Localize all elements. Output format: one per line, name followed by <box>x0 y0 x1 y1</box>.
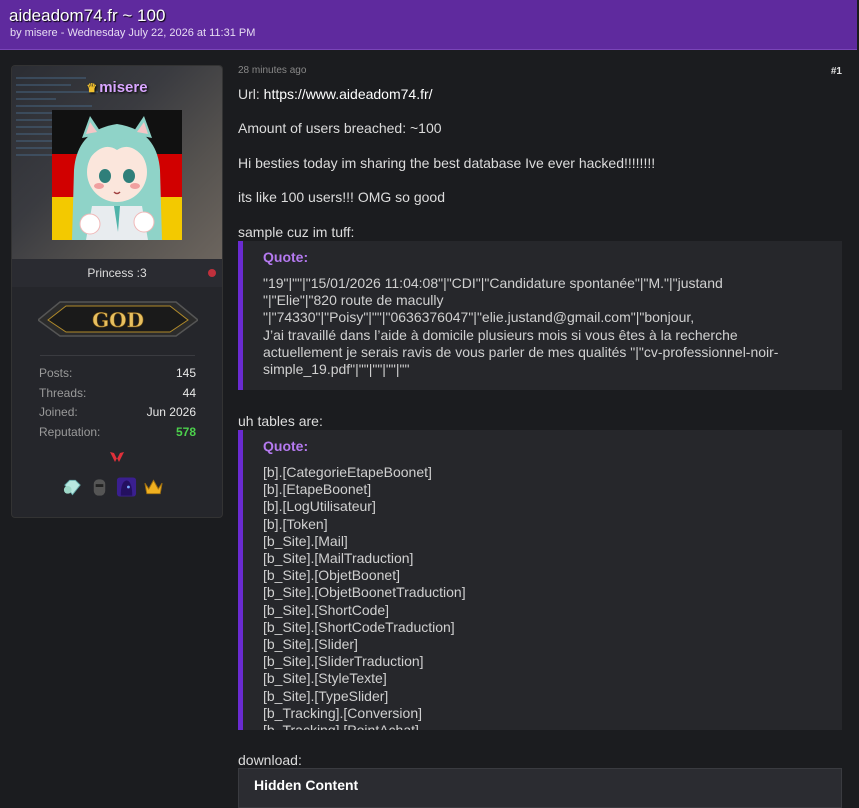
username-link[interactable]: ♛ misere <box>12 79 222 96</box>
username-text: misere <box>99 79 148 96</box>
sample-quote-block: Quote: "19"|""|"15/01/2026 11:04:08"|"CD… <box>238 241 842 390</box>
quote-label: Quote: <box>263 438 309 454</box>
post-timestamp[interactable]: 28 minutes ago <box>238 65 306 76</box>
hidden-content-box[interactable]: Hidden Content <box>238 768 842 808</box>
award-knight-icon[interactable] <box>89 476 110 498</box>
card-divider <box>40 355 195 356</box>
rank-god-badge: GOD <box>38 301 198 337</box>
awards-row <box>62 476 164 498</box>
intro-line: Hi besties today im sharing the best dat… <box>238 155 656 171</box>
tables-label: uh tables are: <box>238 413 323 429</box>
sample-label: sample cuz im tuff: <box>238 224 355 240</box>
download-label: download: <box>238 752 302 768</box>
usertitle-row: Princess :3 <box>12 259 222 287</box>
award-hooded-icon[interactable] <box>116 476 137 498</box>
stat-threads: Threads: 44 <box>39 385 196 400</box>
tables-quote-text: [b].[CategorieEtapeBoonet] [b].[EtapeBoo… <box>263 464 466 730</box>
user-card: ♛ misere Princess :3 GOD Posts: 145 Thre… <box>11 65 223 518</box>
stat-joined: Joined: Jun 2026 <box>39 405 196 420</box>
user-title: Princess :3 <box>87 266 147 280</box>
stat-posts: Posts: 145 <box>39 366 196 380</box>
thread-header: aideadom74.fr ~ 100 by misere - Wednesda… <box>0 0 857 50</box>
hype-line: its like 100 users!!! OMG so good <box>238 189 445 205</box>
award-crown-icon[interactable] <box>143 476 164 498</box>
avatar-character-image <box>72 116 162 240</box>
users-count-line: Amount of users breached: ~100 <box>238 120 442 136</box>
sample-quote-text: "19"|""|"15/01/2026 11:04:08"|"CDI"|"Can… <box>263 275 779 378</box>
group-emblem-icon <box>110 452 124 462</box>
thread-title: aideadom74.fr ~ 100 <box>9 6 166 25</box>
award-diamond-icon[interactable] <box>62 476 83 498</box>
crown-icon: ♛ <box>86 81 98 95</box>
url-link[interactable]: https://www.aideadom74.fr/ <box>264 86 433 102</box>
offline-status-dot <box>208 269 216 277</box>
thread-byline: by misere - Wednesday July 22, 2026 at 1… <box>10 27 256 39</box>
user-stats: Posts: 145 Threads: 44 Joined: Jun 2026 … <box>39 366 196 445</box>
avatar[interactable] <box>52 110 182 240</box>
post-number-link[interactable]: #1 <box>831 66 842 77</box>
rank-label: GOD <box>92 308 144 332</box>
quote-label: Quote: <box>263 249 309 265</box>
hidden-content-label: Hidden Content <box>254 777 359 793</box>
tables-quote-block[interactable]: Quote: [b].[CategorieEtapeBoonet] [b].[E… <box>238 430 842 730</box>
url-line: Url: https://www.aideadom74.fr/ <box>238 86 433 102</box>
stat-reputation: Reputation: 578 <box>39 425 196 440</box>
